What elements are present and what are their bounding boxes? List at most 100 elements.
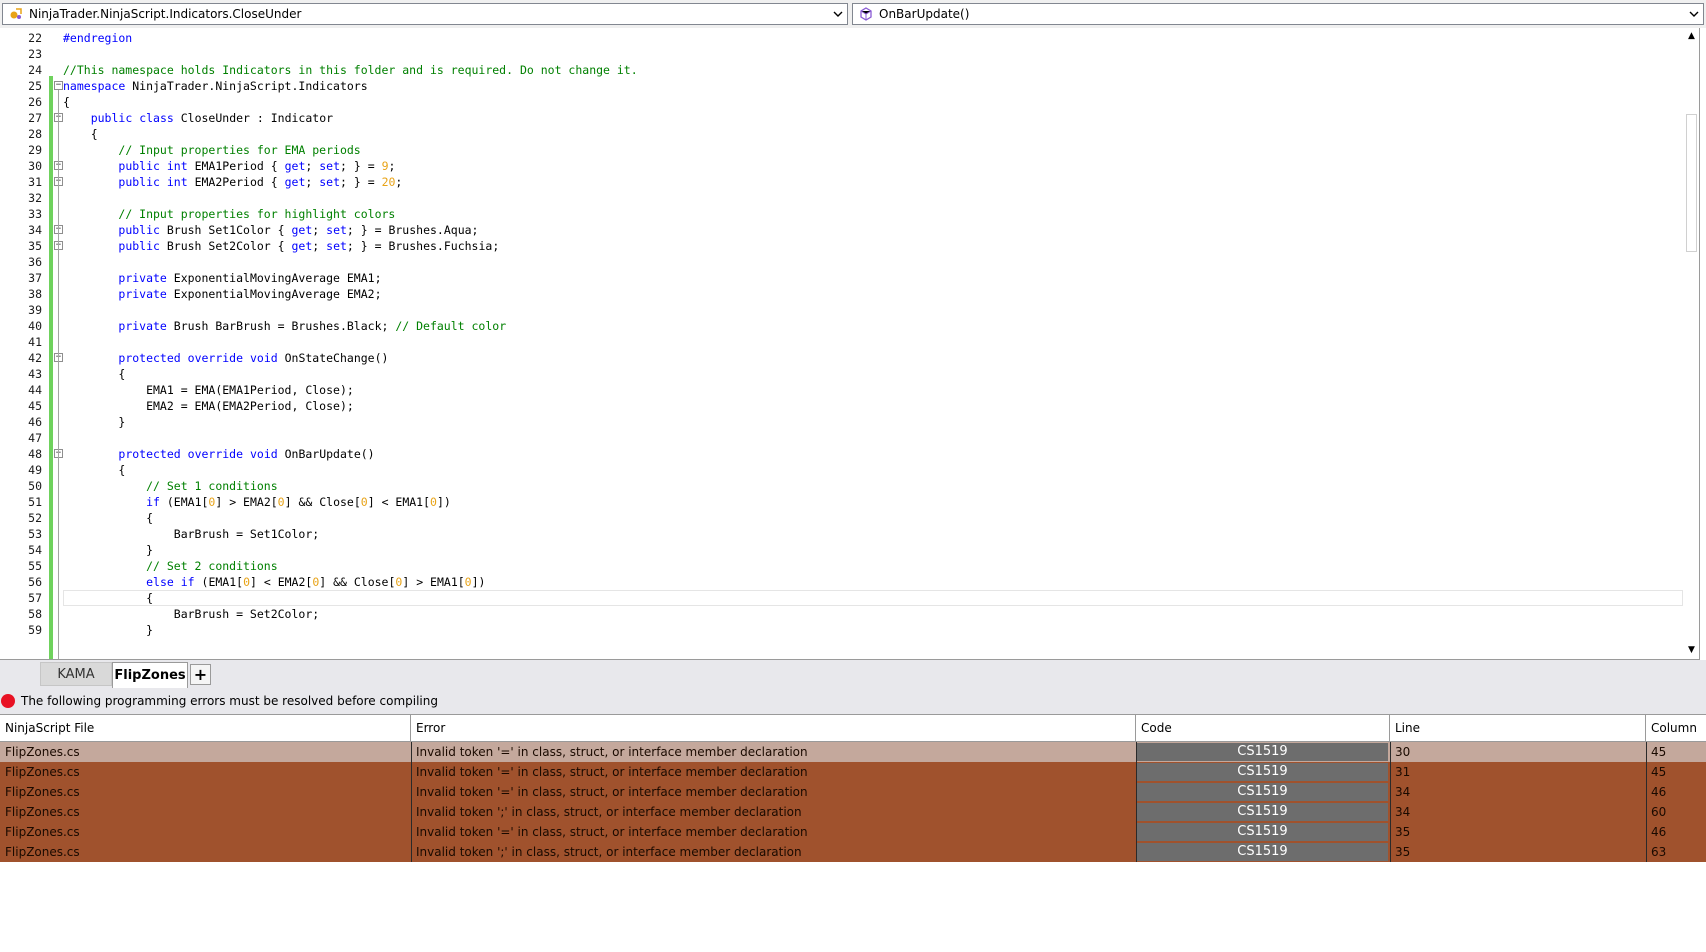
error-cell-file: FlipZones.cs [5, 745, 80, 759]
code-line[interactable]: if (EMA1[0] > EMA2[0] && Close[0] < EMA1… [63, 494, 451, 510]
member-dropdown[interactable]: OnBarUpdate() [852, 3, 1704, 25]
class-dropdown[interactable]: NinjaTrader.NinjaScript.Indicators.Close… [2, 3, 848, 25]
code-token: ; } = Brushes.Aqua; [346, 223, 479, 237]
code-line[interactable]: // Set 1 conditions [63, 478, 278, 494]
error-cell-file: FlipZones.cs [5, 785, 80, 799]
code-token: ; [312, 223, 327, 237]
code-line[interactable]: BarBrush = Set1Color; [63, 526, 319, 542]
scrollbar-thumb[interactable] [1686, 114, 1697, 252]
error-row[interactable]: FlipZones.cs Invalid token ';' in class, … [0, 802, 1706, 822]
line-number: 46 [28, 415, 42, 429]
code-line[interactable]: { [63, 510, 153, 526]
column-separator [1390, 842, 1391, 862]
line-number: 29 [28, 143, 42, 157]
code-line[interactable]: EMA2 = EMA(EMA2Period, Close); [63, 398, 354, 414]
code-text-area[interactable]: #endregion //This namespace holds Indicat… [63, 28, 1683, 659]
error-row[interactable]: FlipZones.cs Invalid token ';' in class, … [0, 842, 1706, 862]
line-number-gutter: 22 23 24 25 26 27 28 29 30 31 32 33 34 35 36 37 38 39 40 41… [0, 28, 42, 659]
navigation-bar: NinjaTrader.NinjaScript.Indicators.Close… [0, 0, 1706, 28]
code-token: ]) [436, 495, 451, 509]
code-line[interactable]: private ExponentialMovingAverage EMA1; [63, 270, 382, 286]
code-editor[interactable]: 22 23 24 25 26 27 28 29 30 31 32 33 34 35 36 37 38 39 40 41… [0, 28, 1700, 660]
column-header-code[interactable]: Code [1136, 715, 1390, 742]
line-number: 36 [28, 255, 42, 269]
code-token: OnStateChange() [277, 351, 389, 365]
code-line[interactable]: public Brush Set1Color { get; set; } = B… [63, 222, 478, 238]
code-line[interactable]: namespace NinjaTrader.NinjaScript.Indica… [63, 78, 368, 94]
error-cell-line: 31 [1395, 765, 1411, 779]
column-separator [1646, 782, 1647, 802]
column-header-line[interactable]: Line [1390, 715, 1646, 742]
code-line[interactable]: // Input properties for EMA periods [63, 142, 360, 158]
code-token: set [319, 175, 341, 189]
code-line[interactable]: private Brush BarBrush = Brushes.Black; … [63, 318, 506, 334]
code-token: { [63, 95, 70, 109]
code-line[interactable]: // Set 2 conditions [63, 558, 278, 574]
error-row[interactable]: FlipZones.cs Invalid token '=' in class, … [0, 822, 1706, 842]
column-separator [411, 802, 412, 822]
code-token: // Default color [395, 319, 507, 333]
error-list-table: NinjaScript File Error Code Line Column … [0, 714, 1706, 862]
line-number: 54 [28, 543, 42, 557]
code-line[interactable]: #endregion [63, 30, 132, 46]
line-number: 48 [28, 447, 42, 461]
error-cell-line: 30 [1395, 745, 1411, 759]
chevron-down-icon[interactable] [829, 4, 847, 24]
error-cell-line: 34 [1395, 785, 1411, 799]
scroll-down-arrow-icon[interactable]: ▼ [1683, 642, 1699, 659]
column-header-column[interactable]: Column [1646, 715, 1706, 742]
code-line[interactable]: protected override void OnStateChange() [63, 350, 388, 366]
code-line[interactable]: public Brush Set2Color { get; set; } = B… [63, 238, 499, 254]
code-line[interactable]: else if (EMA1[0] < EMA2[0] && Close[0] >… [63, 574, 485, 590]
code-line[interactable]: private ExponentialMovingAverage EMA2; [63, 286, 381, 302]
line-number: 33 [28, 207, 42, 221]
error-row[interactable]: FlipZones.cs Invalid token '=' in class, … [0, 782, 1706, 802]
code-line[interactable]: } [63, 542, 153, 558]
code-token: override [187, 351, 244, 365]
code-line[interactable]: { [63, 462, 125, 478]
code-token: private [118, 319, 167, 333]
chevron-down-icon[interactable] [1685, 4, 1703, 24]
code-token: ] > EMA2[ [215, 495, 278, 509]
code-line[interactable]: BarBrush = Set2Color; [63, 606, 319, 622]
code-line[interactable]: } [63, 622, 153, 638]
code-line[interactable]: { [63, 126, 98, 142]
code-line[interactable]: public class CloseUnder : Indicator [63, 110, 333, 126]
code-line[interactable]: { [63, 366, 125, 382]
code-line[interactable]: } [63, 414, 125, 430]
error-cell-code: CS1519 [1137, 823, 1388, 841]
line-number: 56 [28, 575, 42, 589]
code-line[interactable]: //This namespace holds Indicators in thi… [63, 62, 638, 78]
error-cell-column: 46 [1651, 825, 1667, 839]
code-line[interactable]: { [63, 94, 70, 110]
vertical-scrollbar[interactable]: ▲ ▼ [1683, 28, 1699, 659]
error-row[interactable]: FlipZones.cs Invalid token '=' in class, … [0, 762, 1706, 782]
code-line[interactable]: public int EMA1Period { get; set; } = 9; [63, 158, 395, 174]
code-line[interactable]: protected override void OnBarUpdate() [63, 446, 374, 462]
collapse-icon[interactable]: − [54, 81, 63, 90]
column-header-error[interactable]: Error [411, 715, 1136, 742]
error-row[interactable]: FlipZones.cs Invalid token '=' in class, … [0, 742, 1706, 762]
column-header-file[interactable]: NinjaScript File [0, 715, 411, 742]
code-line[interactable]: // Input properties for highlight colors [63, 206, 395, 222]
line-number: 41 [28, 335, 42, 349]
code-token: int [166, 175, 188, 189]
code-token: protected [118, 351, 181, 365]
code-token: ; [395, 175, 403, 189]
code-line[interactable]: EMA1 = EMA(EMA1Period, Close); [63, 382, 354, 398]
code-line[interactable]: { [63, 590, 153, 606]
add-tab-button[interactable]: + [190, 664, 211, 685]
tab-kama[interactable]: KAMA [40, 662, 112, 686]
tab-flipzones[interactable]: FlipZones [112, 662, 188, 688]
code-line[interactable]: public int EMA2Period { get; set; } = 20… [63, 174, 402, 190]
code-token: ; [312, 239, 327, 253]
code-token: ; } = Brushes.Fuchsia; [346, 239, 500, 253]
scroll-up-arrow-icon[interactable]: ▲ [1683, 28, 1699, 45]
code-token: ExponentialMovingAverage EMA1; [166, 271, 382, 285]
